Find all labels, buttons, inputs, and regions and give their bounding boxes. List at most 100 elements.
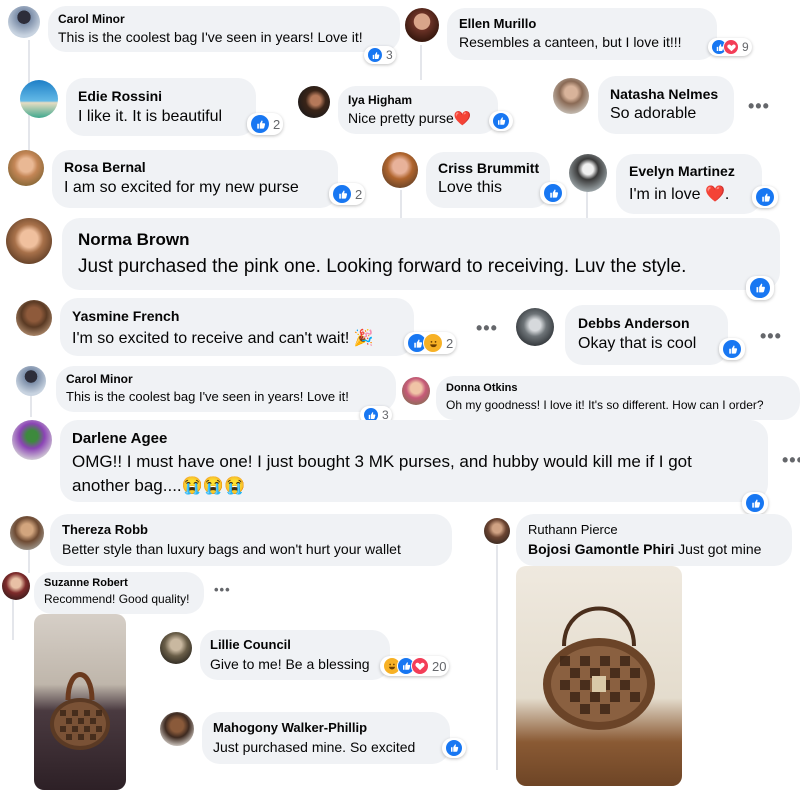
thread-line: [420, 45, 422, 80]
commenter-name[interactable]: Debbs Anderson: [578, 315, 715, 331]
commenter-name[interactable]: Iya Higham: [348, 93, 488, 107]
more-options-icon[interactable]: •••: [760, 326, 782, 347]
comment-bubble: Carol Minor This is the coolest bag I've…: [48, 6, 400, 52]
comment-bubble: Yasmine French I'm so excited to receive…: [60, 298, 414, 356]
comment-text: Resembles a canteen, but I love it!!!: [459, 34, 682, 50]
thread-line: [586, 190, 588, 218]
comment-bubble: Edie Rossini I like it. It is beautiful: [66, 78, 256, 136]
comment-bubble: Evelyn Martinez I'm in love ❤️.: [616, 154, 762, 214]
reaction-summary[interactable]: [752, 186, 778, 208]
like-icon: [722, 339, 742, 359]
bag-photo[interactable]: [34, 614, 126, 790]
avatar[interactable]: [16, 366, 46, 396]
comment-text: Bojosi Gamontle Phiri Just got mine: [528, 541, 780, 557]
commenter-name[interactable]: Rosa Bernal: [64, 159, 326, 175]
comment-bubble: Ellen Murillo Resembles a canteen, but I…: [447, 8, 717, 60]
reaction-summary[interactable]: [719, 338, 745, 360]
mentioned-name[interactable]: Bojosi Gamontle Phiri: [528, 541, 674, 557]
reaction-summary[interactable]: 9: [708, 38, 752, 56]
comment-bubble: Iya Higham Nice pretty purse❤️: [338, 86, 498, 134]
commenter-name[interactable]: Ellen Murillo: [459, 16, 705, 31]
more-options-icon[interactable]: •••: [748, 96, 770, 117]
avatar[interactable]: [405, 8, 439, 42]
commenter-name[interactable]: Darlene Agee: [72, 430, 756, 447]
avatar[interactable]: [8, 6, 40, 38]
comment-bubble: Ruthann Pierce Bojosi Gamontle Phiri Jus…: [516, 514, 792, 566]
bag-image: [50, 672, 110, 750]
thread-line: [496, 545, 498, 770]
comment-text: I am so excited for my new purse: [64, 179, 299, 196]
more-options-icon[interactable]: •••: [782, 450, 800, 471]
reaction-summary[interactable]: [742, 492, 768, 514]
commenter-name[interactable]: Criss Brummitt: [438, 160, 539, 176]
comment-text: Better style than luxury bags and won't …: [62, 541, 401, 557]
comment-text-rest: Just got mine: [674, 541, 762, 557]
commenter-name[interactable]: Suzanne Robert: [44, 577, 194, 589]
commenter-name[interactable]: Mahogony Walker-Phillip: [213, 720, 439, 735]
reaction-summary[interactable]: 2: [329, 183, 366, 205]
commenter-name[interactable]: Ruthann Pierce: [528, 522, 780, 537]
commenter-name[interactable]: Donna Otkins: [446, 382, 790, 394]
like-icon: [445, 739, 463, 757]
reaction-summary[interactable]: [746, 276, 774, 300]
reaction-count: 2: [273, 116, 281, 132]
commenter-name[interactable]: Yasmine French: [72, 308, 402, 324]
comment-bubble: Lillie Council Give to me! Be a blessing: [200, 630, 390, 680]
reaction-summary[interactable]: 2: [404, 332, 457, 354]
like-icon: [755, 187, 775, 207]
comment-bubble: Debbs Anderson Okay that is cool: [565, 305, 728, 365]
comment-text: Recommend! Good quality!: [44, 592, 190, 606]
commenter-name[interactable]: Norma Brown: [78, 230, 764, 250]
reaction-summary[interactable]: 2: [247, 113, 284, 135]
comment-text: Love this: [438, 179, 503, 196]
comment-text: Just purchased the pink one. Looking for…: [78, 256, 687, 277]
comment-bubble: Mahogony Walker-Phillip Just purchased m…: [202, 712, 450, 764]
comment-bubble: Donna Otkins Oh my goodness! I love it! …: [436, 376, 800, 420]
commenter-name[interactable]: Natasha Nelmes: [610, 86, 722, 102]
commenter-name[interactable]: Evelyn Martinez: [629, 163, 749, 179]
comment-text: So adorable: [610, 105, 697, 122]
comment-bubble: Rosa Bernal I am so excited for my new p…: [52, 150, 338, 208]
reaction-summary[interactable]: [442, 738, 466, 758]
avatar[interactable]: [382, 152, 418, 188]
love-icon: [411, 657, 429, 675]
comment-text: This is the coolest bag I've seen in yea…: [58, 29, 363, 45]
avatar[interactable]: [8, 150, 44, 186]
commenter-name[interactable]: Edie Rossini: [78, 88, 244, 104]
avatar[interactable]: [12, 420, 52, 460]
avatar[interactable]: [160, 712, 194, 746]
avatar[interactable]: [298, 86, 330, 118]
avatar[interactable]: [20, 80, 58, 118]
commenter-name[interactable]: Thereza Robb: [62, 522, 440, 537]
avatar[interactable]: [160, 632, 192, 664]
comment-text: This is the coolest bag I've seen in yea…: [66, 389, 349, 404]
avatar[interactable]: [516, 308, 554, 346]
comment-text: I like it. It is beautiful: [78, 108, 223, 125]
comment-text: Give to me! Be a blessing: [210, 656, 370, 672]
bag-photo[interactable]: [516, 566, 682, 786]
avatar[interactable]: [10, 516, 44, 550]
more-options-icon[interactable]: •••: [476, 318, 498, 339]
avatar[interactable]: [402, 377, 430, 405]
avatar[interactable]: [553, 78, 589, 114]
like-icon: [492, 112, 510, 130]
avatar[interactable]: [484, 518, 510, 544]
commenter-name[interactable]: Lillie Council: [210, 637, 380, 652]
avatar[interactable]: [2, 572, 30, 600]
commenter-name[interactable]: Carol Minor: [58, 12, 390, 26]
reaction-summary[interactable]: 20: [380, 656, 450, 676]
avatar[interactable]: [16, 300, 52, 336]
avatar[interactable]: [6, 218, 52, 264]
avatar[interactable]: [569, 154, 607, 192]
reaction-summary[interactable]: [540, 182, 566, 204]
commenter-name[interactable]: Carol Minor: [66, 372, 386, 386]
comment-text: OMG!! I must have one! I just bought 3 M…: [72, 452, 692, 471]
like-icon: [749, 277, 771, 299]
like-icon: [367, 47, 383, 63]
more-options-icon[interactable]: •••: [214, 582, 231, 597]
reaction-summary[interactable]: [489, 111, 513, 131]
reaction-count: 20: [432, 658, 447, 674]
comment-bubble: Thereza Robb Better style than luxury ba…: [50, 514, 452, 566]
comment-bubble: Criss Brummitt Love this: [426, 152, 550, 208]
reaction-summary[interactable]: 3: [364, 46, 396, 64]
